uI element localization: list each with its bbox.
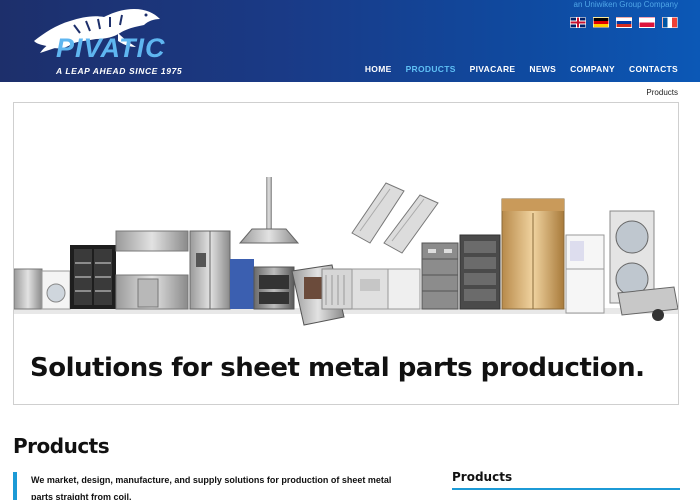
pivatic-logo[interactable]: PIVATIC A LEAP AHEAD SINCE 1975 bbox=[30, 3, 190, 78]
nav-products[interactable]: PRODUCTS bbox=[406, 64, 456, 74]
sidebar-title: Products bbox=[452, 470, 680, 490]
flag-ru-icon[interactable] bbox=[616, 17, 632, 28]
group-tagline[interactable]: an Uniwiken Group Company bbox=[574, 0, 679, 9]
flag-fr-icon[interactable] bbox=[662, 17, 678, 28]
main-nav: HOME PRODUCTS PIVACARE NEWS COMPANY CONT… bbox=[365, 64, 678, 74]
nav-company[interactable]: COMPANY bbox=[570, 64, 615, 74]
hero-caption: Solutions for sheet metal parts producti… bbox=[30, 353, 645, 383]
flag-de-icon[interactable] bbox=[593, 17, 609, 28]
intro-text: We market, design, manufacture, and supp… bbox=[13, 472, 403, 500]
nav-pivacare[interactable]: PIVACARE bbox=[470, 64, 516, 74]
logo-wordmark: PIVATIC bbox=[56, 33, 166, 63]
nav-home[interactable]: HOME bbox=[365, 64, 392, 74]
logo-tagline: A LEAP AHEAD SINCE 1975 bbox=[56, 66, 183, 76]
page-title: Products bbox=[13, 434, 110, 458]
breadcrumb[interactable]: Products bbox=[646, 88, 678, 97]
nav-contacts[interactable]: CONTACTS bbox=[629, 64, 678, 74]
flag-pl-icon[interactable] bbox=[639, 17, 655, 28]
hero-banner: Solutions for sheet metal parts producti… bbox=[13, 102, 679, 405]
flag-uk-icon[interactable] bbox=[570, 17, 586, 28]
language-switcher bbox=[570, 17, 678, 28]
site-header: an Uniwiken Group Company PIVATIC A LEAP… bbox=[0, 0, 700, 82]
nav-news[interactable]: NEWS bbox=[529, 64, 556, 74]
